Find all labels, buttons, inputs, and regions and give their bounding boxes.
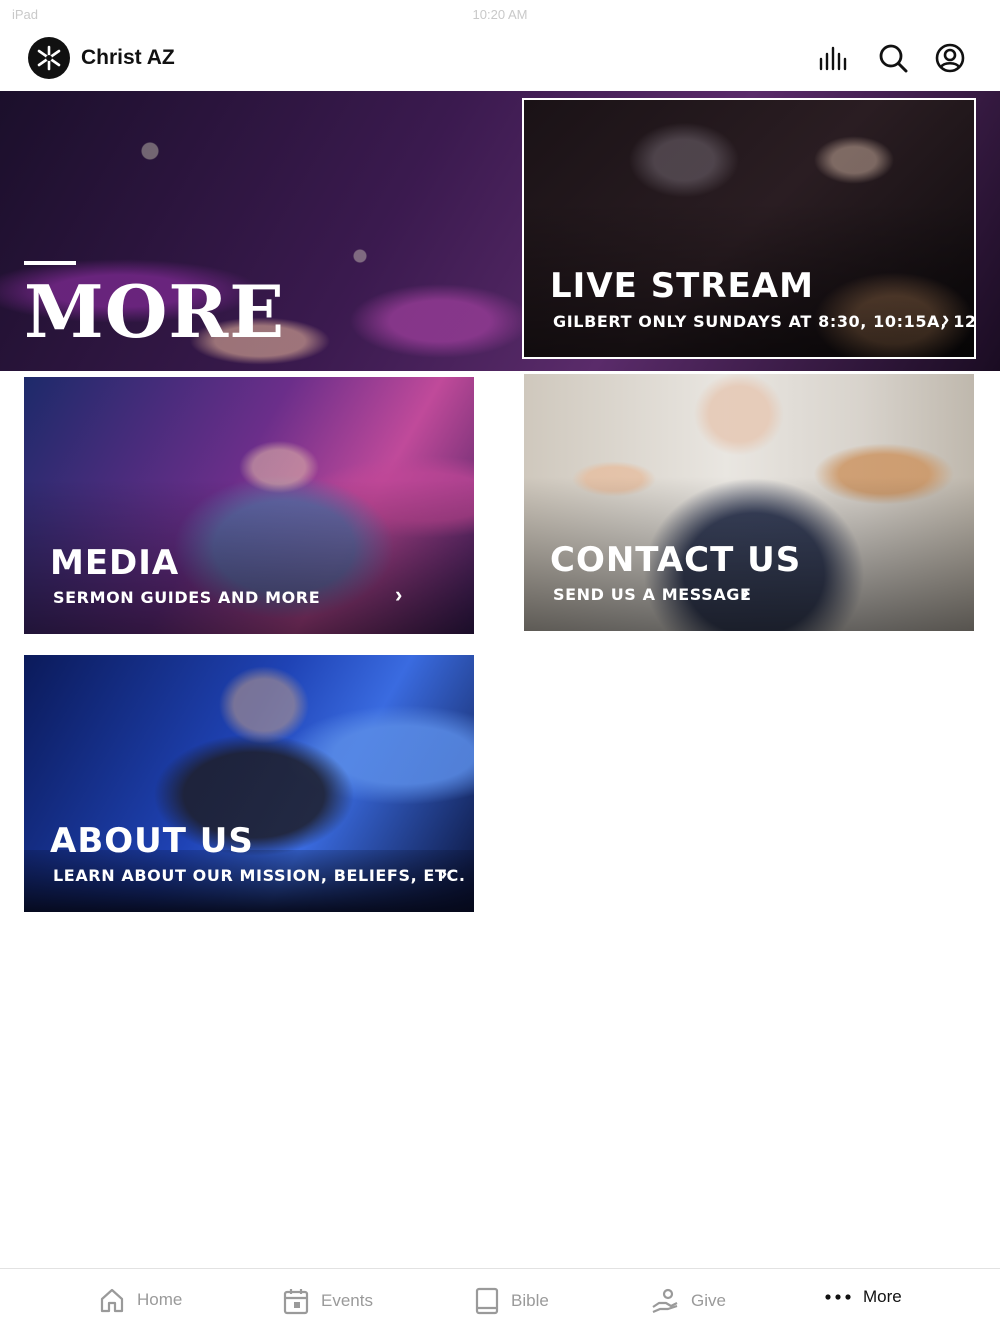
- tile-subtitle: GILBERT ONLY SUNDAYS AT 8:30, 10:15A, 12…: [553, 312, 974, 331]
- tile-subtitle: SEND US A MESSAGE: [553, 585, 752, 604]
- hero-title: MORE: [24, 269, 286, 354]
- status-bar: iPad 10:20 AM: [0, 0, 1000, 28]
- tile-title: ABOUT US: [50, 821, 254, 861]
- more-dots-icon: [825, 1294, 851, 1300]
- chevron-right-icon: ›: [742, 579, 750, 604]
- tab-give[interactable]: Give: [651, 1287, 726, 1315]
- tile-subtitle: LEARN ABOUT OUR MISSION, BELIEFS, ETC.: [53, 866, 466, 885]
- chevron-right-icon: ›: [395, 582, 403, 607]
- contact-us-tile[interactable]: CONTACT US SEND US A MESSAGE ›: [524, 374, 974, 631]
- tile-title: LIVE STREAM: [550, 266, 814, 306]
- tab-events[interactable]: Events: [283, 1287, 373, 1315]
- media-tile[interactable]: MEDIA SERMON GUIDES AND MORE ›: [24, 377, 474, 634]
- tile-title: CONTACT US: [550, 540, 802, 580]
- tile-title: MEDIA: [50, 543, 180, 583]
- church-logo[interactable]: [28, 37, 70, 79]
- chevron-right-icon: ›: [440, 860, 448, 885]
- top-bar: Christ AZ: [0, 28, 1000, 91]
- logo-mark-icon: [37, 45, 61, 71]
- bottom-tab-bar: Home Events Bible Give More: [0, 1268, 1000, 1335]
- audio-bars-icon[interactable]: [818, 42, 850, 74]
- give-hand-icon: [652, 1288, 678, 1314]
- tab-label: Give: [691, 1291, 726, 1310]
- calendar-icon: [283, 1289, 309, 1315]
- tab-label: Events: [321, 1291, 373, 1310]
- tab-label: Home: [137, 1290, 183, 1309]
- tab-bible[interactable]: Bible: [475, 1287, 549, 1315]
- search-icon[interactable]: [877, 42, 909, 74]
- status-time: 10:20 AM: [472, 7, 528, 22]
- live-stream-tile[interactable]: LIVE STREAM GILBERT ONLY SUNDAYS AT 8:30…: [524, 100, 974, 357]
- tab-label: More: [863, 1287, 902, 1306]
- account-icon[interactable]: [934, 42, 966, 74]
- chevron-right-icon: ›: [942, 306, 950, 331]
- tile-subtitle: SERMON GUIDES AND MORE: [53, 588, 321, 607]
- tab-label: Bible: [511, 1291, 549, 1310]
- book-icon: [475, 1287, 499, 1315]
- tab-more[interactable]: More: [825, 1287, 902, 1307]
- about-us-tile[interactable]: ABOUT US LEARN ABOUT OUR MISSION, BELIEF…: [24, 655, 474, 912]
- app-title: Christ AZ: [81, 46, 175, 69]
- tab-home[interactable]: Home: [99, 1287, 182, 1313]
- hero-rule: [24, 261, 76, 265]
- home-icon: [100, 1288, 124, 1313]
